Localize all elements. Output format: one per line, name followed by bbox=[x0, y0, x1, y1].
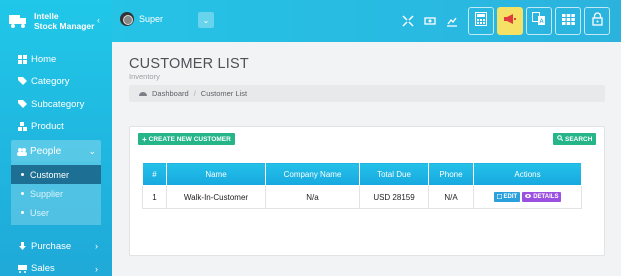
announcement-button[interactable] bbox=[497, 7, 523, 35]
cell-number: 1 bbox=[142, 185, 167, 209]
chart-icon[interactable] bbox=[446, 14, 458, 27]
language-button[interactable]: A bbox=[526, 7, 552, 35]
breadcrumb-current: Customer List bbox=[200, 89, 248, 98]
sidebar-item-product[interactable]: Product bbox=[0, 116, 112, 139]
details-label: DETAILS bbox=[533, 194, 559, 201]
search-button[interactable]: SEARCH bbox=[553, 133, 597, 145]
sidebar-item-customer[interactable]: Customer bbox=[11, 165, 101, 184]
sidebar-item-user[interactable]: User bbox=[11, 203, 101, 222]
details-button[interactable]: DETAILS bbox=[522, 192, 562, 203]
page-title: CUSTOMER LIST bbox=[129, 56, 249, 72]
avatar bbox=[120, 12, 134, 26]
sidebar-item-purchase[interactable]: Purchase › bbox=[0, 235, 112, 258]
sidebar-item-label: People bbox=[30, 145, 62, 157]
sidebar-item-sales[interactable]: Sales › bbox=[0, 258, 112, 276]
sidebar-item-label: Category bbox=[31, 76, 70, 88]
edit-label: EDIT bbox=[503, 194, 518, 201]
user-menu[interactable]: Super bbox=[120, 12, 163, 26]
money-icon[interactable] bbox=[424, 14, 436, 26]
sidebar-item-label: Home bbox=[31, 53, 57, 65]
bullet-icon bbox=[21, 211, 24, 214]
col-company[interactable]: Company Name bbox=[265, 162, 360, 186]
lock-button[interactable] bbox=[584, 7, 610, 35]
sidebar-item-label: Product bbox=[31, 121, 64, 133]
brand-name: Intelle Stock Manager bbox=[34, 11, 94, 31]
breadcrumb-separator: / bbox=[193, 89, 196, 98]
brand-line1: Intelle bbox=[34, 11, 59, 21]
sidebar-item-home[interactable]: Home bbox=[0, 48, 112, 71]
calculator-icon bbox=[475, 11, 487, 31]
sidebar-nav: Home Category Subcategory Product People… bbox=[0, 48, 112, 276]
main-content: CUSTOMER LIST Inventory Dashboard / Cust… bbox=[112, 42, 621, 276]
cell-name: Walk-In-Customer bbox=[166, 185, 266, 209]
sidebar-item-people[interactable]: People ⌄ bbox=[11, 140, 101, 162]
plus-icon: + bbox=[142, 134, 147, 144]
create-customer-label: CREATE NEW CUSTOMER bbox=[148, 135, 231, 143]
apps-button[interactable] bbox=[555, 7, 581, 35]
megaphone-icon bbox=[503, 12, 517, 30]
tag-icon bbox=[18, 77, 27, 86]
sidebar-item-supplier[interactable]: Supplier bbox=[11, 184, 101, 203]
sidebar-item-label: Subcategory bbox=[31, 98, 85, 110]
chevron-right-icon: › bbox=[95, 241, 98, 252]
customer-panel: + CREATE NEW CUSTOMER SEARCH # Name Comp… bbox=[129, 126, 605, 256]
calculator-button[interactable] bbox=[468, 7, 494, 35]
tags-icon bbox=[18, 99, 27, 109]
bullet-icon bbox=[21, 192, 24, 195]
search-icon bbox=[557, 135, 564, 143]
eye-icon bbox=[525, 194, 532, 200]
edit-button[interactable]: EDIT bbox=[493, 192, 521, 203]
col-total-due[interactable]: Total Due bbox=[359, 162, 429, 186]
home-icon bbox=[18, 54, 27, 64]
sidebar: Intelle Stock Manager ‹ Home Category Su… bbox=[0, 0, 112, 276]
grid-icon bbox=[561, 12, 575, 30]
col-phone[interactable]: Phone bbox=[428, 162, 474, 186]
sidebar-item-label: User bbox=[30, 207, 50, 218]
sidebar-item-label: Customer bbox=[30, 169, 70, 180]
download-icon bbox=[18, 241, 27, 251]
create-customer-button[interactable]: + CREATE NEW CUSTOMER bbox=[138, 133, 235, 145]
user-dropdown-button[interactable]: ⌄ bbox=[198, 12, 214, 28]
cubes-icon bbox=[18, 122, 27, 132]
edit-icon bbox=[496, 193, 503, 201]
chevron-right-icon: › bbox=[95, 263, 98, 274]
top-bar: Super ⌄ A bbox=[112, 0, 621, 42]
brand-line2: Stock Manager bbox=[34, 21, 95, 31]
users-icon bbox=[17, 147, 27, 156]
translate-icon: A bbox=[532, 11, 546, 31]
fullscreen-icon[interactable] bbox=[402, 14, 414, 27]
lock-icon bbox=[591, 11, 603, 31]
breadcrumb: Dashboard / Customer List bbox=[129, 85, 605, 102]
cart-icon bbox=[18, 264, 27, 274]
cell-company: N/a bbox=[265, 185, 360, 209]
sidebar-item-subcategory[interactable]: Subcategory bbox=[0, 93, 112, 116]
people-submenu: Customer Supplier User bbox=[11, 162, 101, 225]
col-number[interactable]: # bbox=[142, 162, 167, 186]
sidebar-item-category[interactable]: Category bbox=[0, 71, 112, 94]
col-actions: Actions bbox=[473, 162, 582, 186]
sidebar-item-label: Sales bbox=[31, 263, 55, 275]
cell-phone: N/A bbox=[428, 185, 474, 209]
bullet-icon bbox=[21, 173, 24, 176]
customer-table: # Name Company Name Total Due Phone Acti… bbox=[142, 162, 582, 209]
truck-icon bbox=[8, 13, 28, 29]
cell-actions: EDIT DETAILS bbox=[473, 185, 582, 209]
user-name: Super bbox=[139, 14, 164, 24]
col-name[interactable]: Name bbox=[166, 162, 266, 186]
page-subtitle: Inventory bbox=[129, 72, 160, 81]
table-row: 1 Walk-In-Customer N/a USD 28159 N/A EDI… bbox=[142, 185, 582, 209]
cell-total-due: USD 28159 bbox=[359, 185, 429, 209]
chevron-down-icon: ⌄ bbox=[88, 145, 96, 156]
dashboard-icon bbox=[139, 89, 147, 98]
search-label: SEARCH bbox=[565, 135, 593, 143]
sidebar-item-label: Purchase bbox=[31, 240, 72, 252]
brand: Intelle Stock Manager ‹ bbox=[0, 0, 112, 42]
table-header-row: # Name Company Name Total Due Phone Acti… bbox=[142, 162, 582, 186]
breadcrumb-home[interactable]: Dashboard bbox=[152, 89, 189, 98]
sidebar-item-label: Supplier bbox=[30, 188, 64, 199]
collapse-sidebar-button[interactable]: ‹ bbox=[97, 15, 100, 25]
